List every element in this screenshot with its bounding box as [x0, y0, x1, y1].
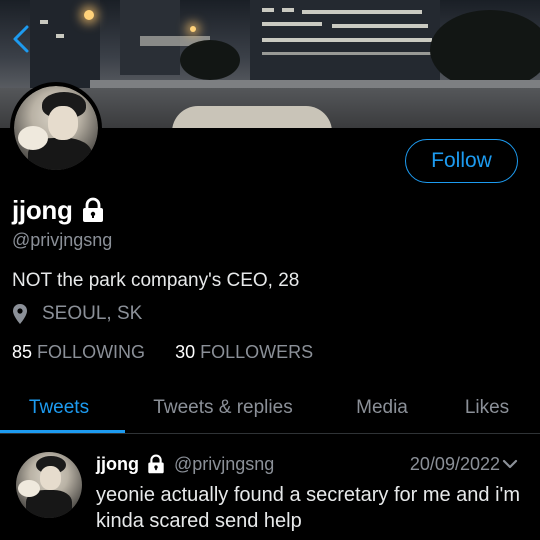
tab-tweets[interactable]: Tweets	[0, 384, 118, 432]
profile-avatar[interactable]	[10, 82, 102, 174]
following-count: 85	[12, 342, 33, 362]
profile-handle: @privjngsng	[12, 230, 113, 250]
followers-label: FOLLOWERS	[200, 342, 314, 362]
tweet-item[interactable]: jjong @privjngsng 20/09/2022 yeonie actu…	[0, 434, 540, 540]
chevron-left-icon	[13, 25, 29, 53]
lock-icon	[82, 197, 103, 222]
followers-count: 30	[175, 342, 196, 362]
followers-link[interactable]: 30 FOLLOWERS	[175, 342, 313, 363]
tweet-menu-button[interactable]	[502, 456, 518, 472]
tweet-author-handle: @privjngsng	[174, 453, 275, 474]
profile-location: SEOUL, SK	[12, 302, 142, 326]
tweet-text: yeonie actually found a secretary for me…	[96, 484, 521, 532]
following-label: FOLLOWING	[37, 342, 146, 362]
following-link[interactable]: 85 FOLLOWING	[12, 342, 145, 363]
tab-tweets-replies[interactable]: Tweets & replies	[128, 384, 318, 432]
tweet-header: jjong @privjngsng 20/09/2022	[96, 452, 526, 476]
map-pin-icon	[13, 304, 27, 324]
profile-bio: NOT the park company's CEO, 28	[12, 270, 300, 291]
active-tab-indicator	[0, 430, 125, 433]
tweet-author-name: jjong	[96, 453, 139, 474]
lock-icon	[148, 454, 164, 474]
location-text: SEOUL, SK	[42, 303, 143, 324]
tab-likes[interactable]: Likes	[446, 384, 528, 432]
chevron-down-icon	[502, 459, 518, 469]
tweet-avatar[interactable]	[16, 452, 82, 518]
follow-stats: 85 FOLLOWING 30 FOLLOWERS	[12, 342, 313, 363]
profile-name-row: jjong	[12, 192, 106, 228]
tweet-date: 20/09/2022	[409, 453, 500, 474]
profile-tabs: Tweets Tweets & replies Media Likes	[0, 384, 540, 434]
tab-media[interactable]: Media	[330, 384, 434, 432]
follow-button[interactable]: Follow	[405, 139, 518, 183]
back-button[interactable]	[8, 22, 34, 56]
profile-name: jjong	[12, 194, 73, 225]
